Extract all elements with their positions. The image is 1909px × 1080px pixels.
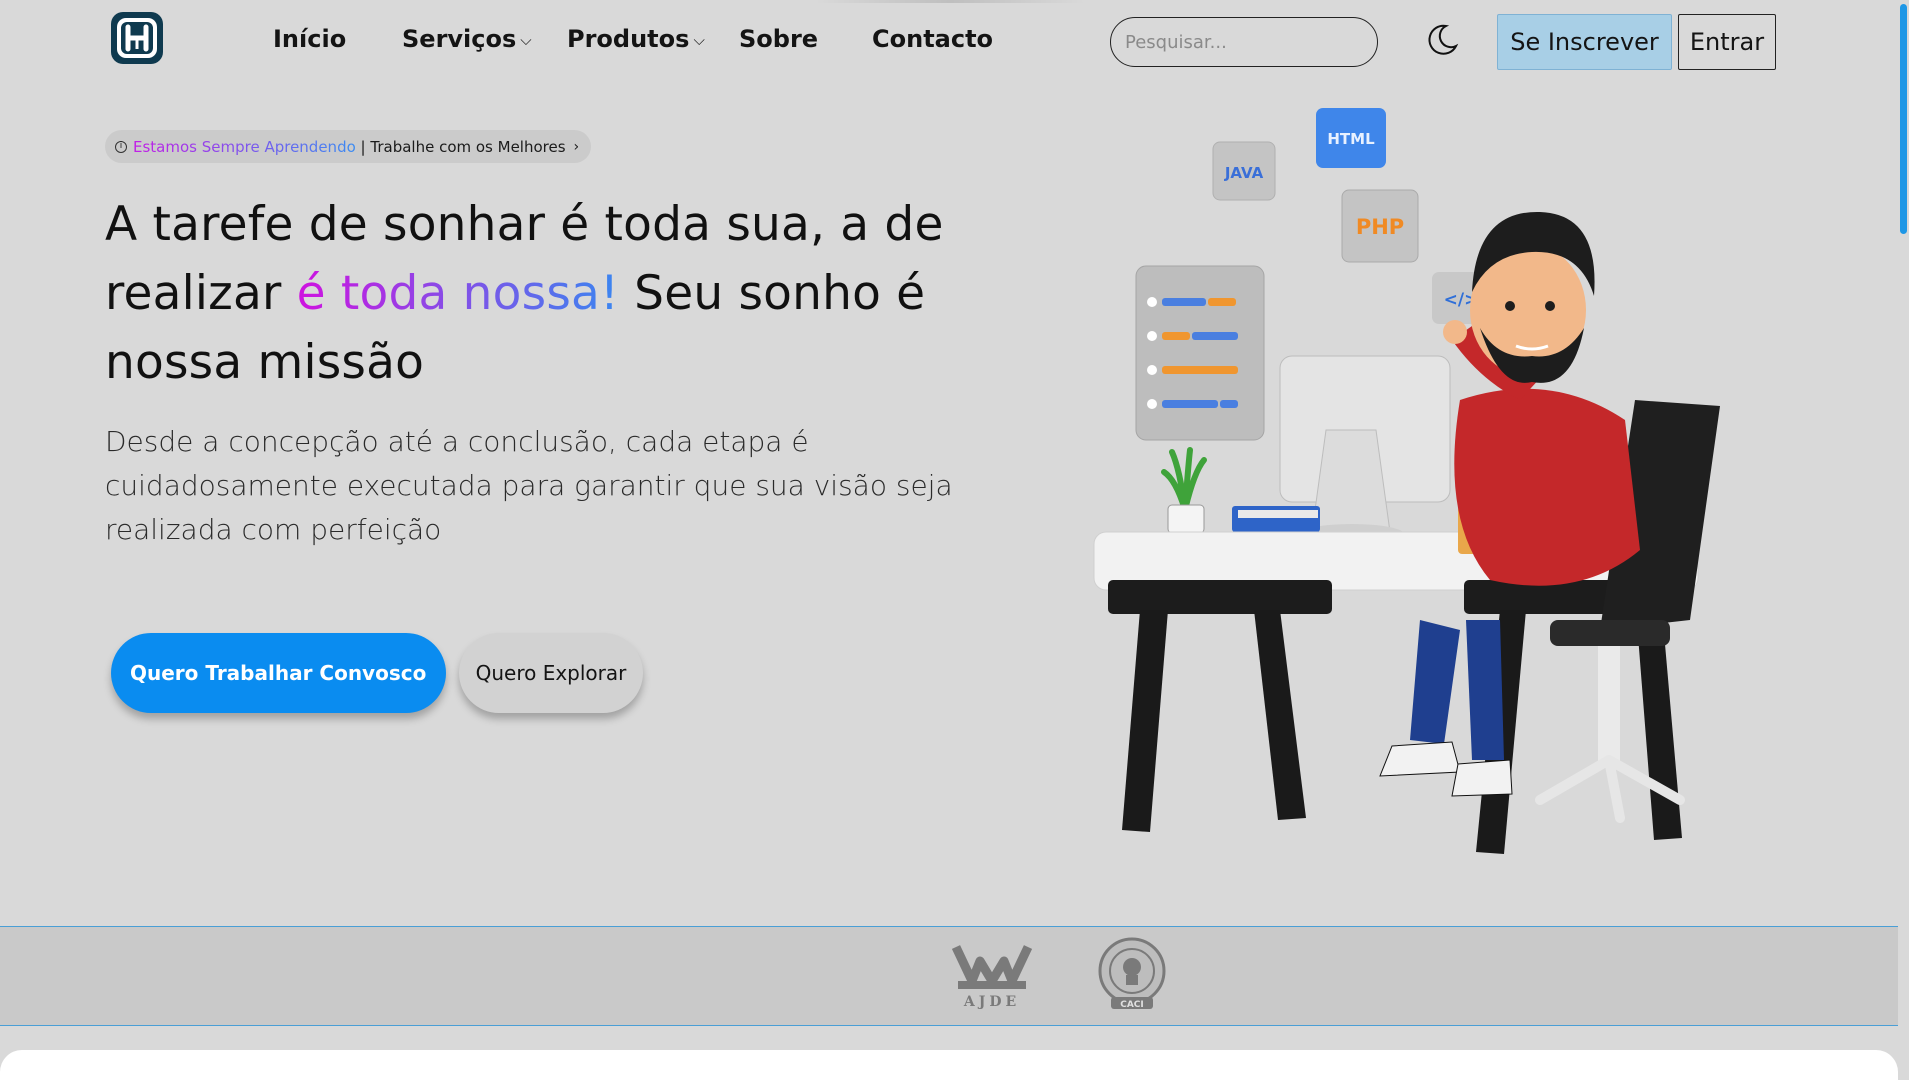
info-icon: i	[115, 140, 127, 153]
java-badge: JAVA	[1212, 141, 1276, 201]
chevron-down-icon: ⌵	[693, 31, 705, 49]
nav-servicos-label: Serviços	[402, 25, 517, 53]
nav-servicos[interactable]: Serviços ⌵	[402, 25, 532, 53]
partners-band: AJDE CACI	[0, 926, 1898, 1026]
nav-sobre[interactable]: Sobre	[739, 25, 818, 53]
work-with-us-button[interactable]: Quero Trabalhar Convosco	[111, 633, 446, 713]
ajde-logo: AJDE	[952, 945, 1032, 1009]
hero-title-highlight: é toda nossa!	[296, 266, 620, 321]
chevron-down-icon: ⌵	[520, 31, 532, 49]
nav-inicio[interactable]: Início	[273, 25, 346, 53]
caci-logo: CACI	[1098, 937, 1166, 1010]
announcement-pill[interactable]: i Estamos Sempre Aprendendo | Trabalhe c…	[105, 130, 592, 163]
svg-text:AJDE: AJDE	[963, 994, 1020, 1009]
nav-contacto-label: Contacto	[872, 25, 994, 53]
nav-contacto[interactable]: Contacto	[872, 25, 993, 53]
checklist-board	[1135, 265, 1265, 441]
svg-text:CACI: CACI	[1120, 1000, 1144, 1010]
nav-inicio-label: Início	[273, 25, 347, 53]
chevron-right-icon: ›	[573, 138, 580, 155]
nav-produtos-label: Produtos	[567, 25, 690, 53]
login-button[interactable]: Entrar	[1678, 14, 1776, 70]
svg-text:PHP: PHP	[1356, 215, 1404, 239]
hero-title: A tarefe de sonhar é toda sua, a de real…	[105, 190, 1005, 397]
plant	[1161, 447, 1207, 534]
top-shadow	[815, 0, 1085, 3]
search-input[interactable]	[1110, 17, 1378, 67]
nav-produtos[interactable]: Produtos ⌵	[567, 25, 705, 53]
books	[1232, 506, 1320, 532]
signup-button[interactable]: Se Inscrever	[1497, 14, 1672, 70]
scrollbar[interactable]	[1898, 0, 1909, 1080]
next-section-card	[0, 1050, 1898, 1080]
nav-sobre-label: Sobre	[739, 25, 819, 53]
hero-subtitle: Desde a concepção até a conclusão, cada …	[105, 425, 953, 546]
h-monogram-logo-icon	[117, 18, 157, 58]
html-badge: HTML	[1316, 108, 1386, 168]
explore-button[interactable]: Quero Explorar	[459, 633, 643, 713]
svg-text:HTML: HTML	[1327, 130, 1375, 148]
svg-text:JAVA: JAVA	[1224, 164, 1264, 182]
announcement-text: Trabalhe com os Melhores	[370, 137, 566, 156]
moon-icon[interactable]	[1424, 22, 1460, 58]
developer-at-desk-illustration: JAVA HTML PHP </>	[1093, 108, 1720, 854]
announcement-separator: |	[355, 137, 371, 156]
announcement-highlight: Estamos Sempre Aprendendo	[133, 137, 356, 156]
scrollbar-thumb[interactable]	[1900, 4, 1907, 234]
site-logo[interactable]	[111, 12, 163, 64]
php-badge: PHP	[1341, 189, 1419, 263]
